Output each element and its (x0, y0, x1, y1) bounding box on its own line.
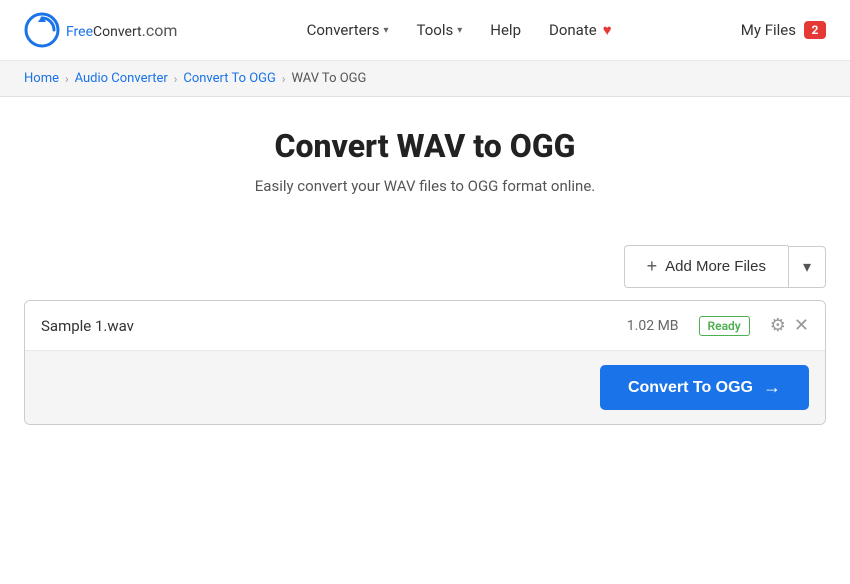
logo-icon (24, 12, 60, 48)
main-nav: Converters ▾ Tools ▾ Help Donate ♥ (307, 21, 612, 39)
nav-donate[interactable]: Donate ♥ (549, 21, 612, 39)
page-subtitle: Easily convert your WAV files to OGG for… (24, 177, 826, 195)
logo-domain: .com (142, 21, 178, 40)
nav-help[interactable]: Help (490, 21, 521, 39)
plus-icon: + (647, 256, 658, 277)
breadcrumb-convert-to-ogg[interactable]: Convert To OGG (183, 71, 276, 86)
settings-icon[interactable]: ⚙ (770, 315, 786, 336)
breadcrumb: Home › Audio Converter › Convert To OGG … (0, 61, 850, 97)
logo-free: Free (66, 24, 93, 40)
breadcrumb-current: WAV To OGG (292, 71, 367, 86)
convert-button[interactable]: Convert To OGG → (600, 365, 809, 410)
breadcrumb-sep-3: › (282, 72, 286, 86)
file-actions: ⚙ ✕ (770, 315, 809, 336)
logo-convert: Convert (93, 24, 142, 40)
breadcrumb-audio-converter[interactable]: Audio Converter (75, 71, 168, 86)
logo[interactable]: FreeConvert.com (24, 12, 177, 48)
converters-chevron-icon: ▾ (383, 25, 388, 36)
page-title: Convert WAV to OGG (24, 127, 826, 165)
tools-chevron-icon: ▾ (457, 25, 462, 36)
donate-heart-icon: ♥ (603, 21, 612, 39)
nav-tools[interactable]: Tools ▾ (417, 21, 463, 39)
remove-icon[interactable]: ✕ (794, 315, 809, 336)
table-row: Sample 1.wav 1.02 MB Ready ⚙ ✕ (25, 301, 825, 351)
header: FreeConvert.com Converters ▾ Tools ▾ Hel… (0, 0, 850, 61)
add-files-button[interactable]: + Add More Files (624, 245, 788, 288)
add-files-dropdown-button[interactable]: ▾ (788, 246, 826, 288)
breadcrumb-sep-1: › (65, 72, 69, 86)
convert-row: Convert To OGG → (25, 351, 825, 424)
file-name: Sample 1.wav (41, 317, 615, 335)
breadcrumb-sep-2: › (174, 72, 178, 86)
logo-text: FreeConvert.com (66, 21, 177, 40)
dropdown-chevron-icon: ▾ (803, 259, 811, 276)
my-files-badge: 2 (804, 21, 826, 39)
toolbar: + Add More Files ▾ (24, 245, 826, 288)
arrow-right-icon: → (763, 377, 781, 398)
my-files-link[interactable]: My Files (741, 21, 796, 39)
my-files-area[interactable]: My Files 2 (741, 21, 826, 39)
file-list-container: Sample 1.wav 1.02 MB Ready ⚙ ✕ Convert T… (24, 300, 826, 425)
nav-converters[interactable]: Converters ▾ (307, 21, 389, 39)
file-size: 1.02 MB (627, 318, 679, 334)
main-content: Convert WAV to OGG Easily convert your W… (0, 97, 850, 465)
status-badge: Ready (699, 316, 750, 336)
breadcrumb-home[interactable]: Home (24, 71, 59, 86)
